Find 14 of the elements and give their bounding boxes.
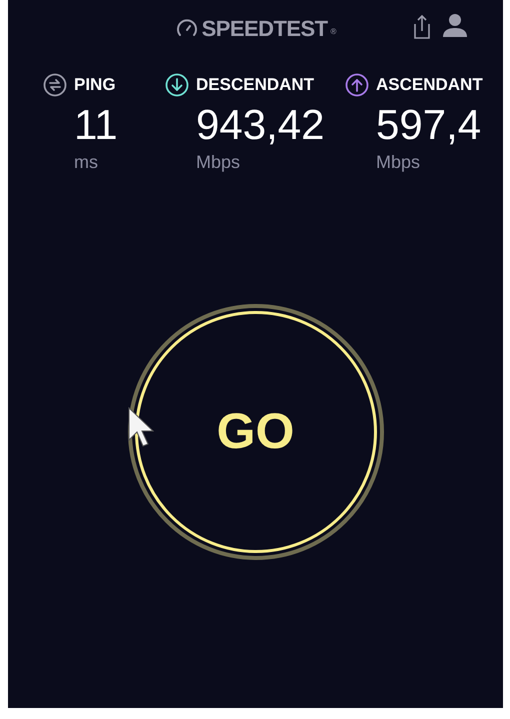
go-button[interactable]: GO bbox=[128, 304, 384, 560]
brand-name: SPEEDTEST bbox=[202, 14, 328, 42]
metric-unit: Mbps bbox=[196, 152, 242, 172]
registered-mark: ® bbox=[330, 26, 336, 38]
metric-label: ASCENDANT bbox=[376, 74, 483, 96]
metric-value: 943,42 bbox=[196, 100, 324, 150]
metric-value: 597,4 bbox=[376, 100, 482, 150]
profile-button[interactable] bbox=[442, 13, 468, 37]
metric-unit: Mbps bbox=[376, 152, 422, 172]
share-button[interactable] bbox=[411, 13, 433, 41]
metric-label: DESCENDANT bbox=[196, 74, 314, 96]
metric-label: PING bbox=[74, 74, 116, 96]
metric-value: 11 bbox=[74, 100, 118, 150]
metric-unit: ms bbox=[74, 152, 99, 172]
